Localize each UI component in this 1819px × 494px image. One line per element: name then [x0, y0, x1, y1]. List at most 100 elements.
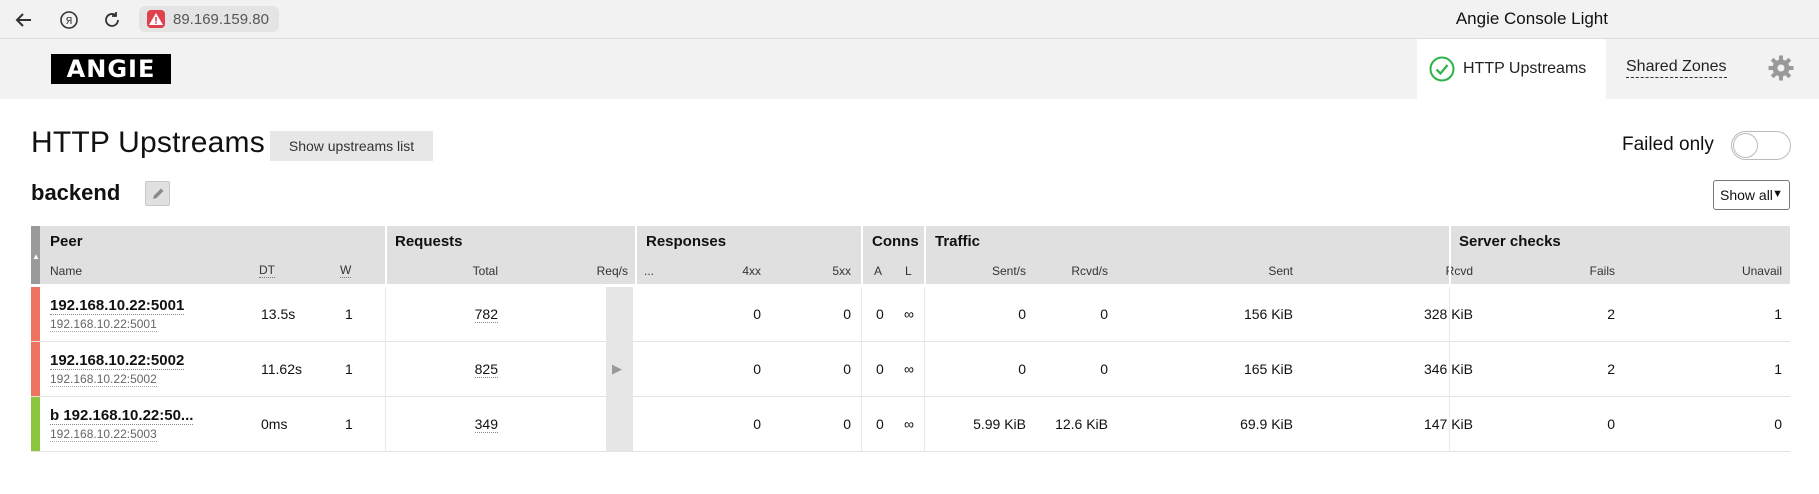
- svg-text:Я: Я: [66, 16, 73, 27]
- table-column-header: Name DT W Total Req/s ... 4xx 5xx A L Se…: [31, 257, 1790, 284]
- peer-address: 192.168.10.22:5002: [50, 372, 157, 387]
- peer-unavail: 1: [1774, 306, 1782, 322]
- tab-label: HTTP Upstreams: [1463, 60, 1587, 77]
- group-server-checks: Server checks: [1459, 233, 1561, 250]
- peer-address: 192.168.10.22:5001: [50, 317, 157, 332]
- peer-dt: 0ms: [261, 416, 288, 432]
- failed-only-toggle[interactable]: [1731, 131, 1791, 160]
- peer-total-requests[interactable]: 782: [474, 306, 498, 323]
- tab-http-upstreams[interactable]: HTTP Upstreams: [1417, 39, 1606, 99]
- back-arrow-icon[interactable]: [12, 8, 36, 32]
- group-conns: Conns: [872, 233, 919, 250]
- yandex-icon[interactable]: Я: [57, 8, 81, 32]
- page-title: HTTP Upstreams: [31, 126, 265, 159]
- group-traffic: Traffic: [935, 233, 981, 250]
- peer-4xx: 0: [753, 306, 761, 322]
- failed-only-label: Failed only: [1622, 134, 1714, 155]
- gear-icon[interactable]: [1767, 54, 1795, 82]
- peer-name[interactable]: 192.168.10.22:5001: [50, 297, 185, 315]
- peer-5xx: 0: [843, 361, 851, 377]
- upstream-name: backend: [31, 180, 121, 205]
- col-reqs[interactable]: Req/s: [576, 264, 628, 278]
- col-rcvd-rate[interactable]: Rcvd/s: [1041, 264, 1108, 278]
- edit-upstream-button[interactable]: [145, 181, 170, 206]
- expand-arrow-icon[interactable]: ▶: [612, 361, 622, 377]
- show-upstreams-list-button[interactable]: Show upstreams list: [270, 131, 433, 161]
- group-requests: Requests: [395, 233, 463, 250]
- address-bar[interactable]: 89.169.159.80: [139, 6, 279, 32]
- check-circle-icon: [1429, 56, 1455, 82]
- peer-rcvd-rate: 0: [1100, 361, 1108, 377]
- peer-dt: 13.5s: [261, 306, 296, 322]
- peer-active: 0: [876, 416, 884, 432]
- table-group-header: Peer Requests Responses Conns Traffic Se…: [31, 226, 1790, 257]
- peer-total-requests[interactable]: 349: [474, 416, 498, 433]
- peer-name[interactable]: b 192.168.10.22:50...: [50, 407, 194, 425]
- peer-address: 192.168.10.22:5003: [50, 427, 157, 442]
- col-responses-more[interactable]: ...: [644, 264, 654, 278]
- peer-status-indicator: [31, 342, 40, 396]
- col-rcvd[interactable]: Rcvd: [1391, 264, 1473, 278]
- peer-fails: 2: [1607, 306, 1615, 322]
- group-responses: Responses: [646, 233, 727, 250]
- col-5xx[interactable]: 5xx: [811, 264, 851, 278]
- peer-limit: ∞: [904, 416, 914, 432]
- app-header: ANGIE HTTP Upstreams Shared Zones: [0, 39, 1819, 99]
- separator: [861, 226, 863, 284]
- col-active[interactable]: A: [874, 264, 882, 278]
- separator: [1449, 287, 1450, 452]
- col-unavail[interactable]: Unavail: [1671, 264, 1782, 278]
- peer-weight: 1: [345, 416, 353, 432]
- col-4xx[interactable]: 4xx: [721, 264, 761, 278]
- browser-toolbar: Я 89.169.159.80 Angie Console Light: [0, 0, 1819, 39]
- url-text: 89.169.159.80: [173, 10, 269, 28]
- sort-up-icon: ▲: [32, 252, 40, 261]
- peer-unavail: 0: [1774, 416, 1782, 432]
- angie-logo[interactable]: ANGIE: [51, 54, 171, 84]
- toggle-knob: [1733, 133, 1758, 158]
- col-sent-rate[interactable]: Sent/s: [960, 264, 1026, 278]
- table-row: b 192.168.10.22:50... 192.168.10.22:5003…: [31, 397, 1790, 452]
- peer-rcvd-rate: 12.6 KiB: [1055, 416, 1108, 432]
- logo-text: ANGIE: [66, 55, 156, 83]
- peer-sent-rate: 0: [1018, 361, 1026, 377]
- col-w[interactable]: W: [340, 264, 352, 278]
- group-peer: Peer: [50, 233, 83, 250]
- col-name[interactable]: Name: [50, 264, 82, 278]
- reload-icon[interactable]: [100, 8, 124, 32]
- tab-shared-zones[interactable]: Shared Zones: [1626, 57, 1727, 78]
- filter-value: Show all: [1720, 187, 1773, 203]
- separator: [635, 226, 637, 284]
- table-row: 192.168.10.22:5001 192.168.10.22:5001 13…: [31, 287, 1790, 342]
- col-dt[interactable]: DT: [259, 264, 275, 278]
- peer-active: 0: [876, 361, 884, 377]
- peer-sent-rate: 0: [1018, 306, 1026, 322]
- col-fails[interactable]: Fails: [1511, 264, 1615, 278]
- peer-active: 0: [876, 306, 884, 322]
- peer-weight: 1: [345, 361, 353, 377]
- pencil-icon: [152, 188, 163, 199]
- peer-fails: 0: [1607, 416, 1615, 432]
- peer-total-requests[interactable]: 825: [474, 361, 498, 378]
- peer-sent-rate: 5.99 KiB: [973, 416, 1026, 432]
- col-sent[interactable]: Sent: [1211, 264, 1293, 278]
- sort-column[interactable]: ▲: [31, 226, 40, 284]
- table-row: 192.168.10.22:5002 192.168.10.22:5002 11…: [31, 342, 1790, 397]
- peer-status-indicator: [31, 287, 40, 341]
- insecure-warning-icon[interactable]: [147, 10, 165, 28]
- peer-fails: 2: [1607, 361, 1615, 377]
- peer-5xx: 0: [843, 306, 851, 322]
- peer-name[interactable]: 192.168.10.22:5002: [50, 352, 185, 370]
- peer-4xx: 0: [753, 361, 761, 377]
- peer-rcvd: 328 KiB: [1423, 306, 1473, 322]
- peer-limit: ∞: [904, 361, 914, 377]
- separator: [385, 226, 387, 284]
- col-limit[interactable]: L: [905, 264, 912, 278]
- col-total[interactable]: Total: [451, 264, 498, 278]
- chevron-down-icon: ▼: [1772, 188, 1783, 200]
- peer-rcvd-rate: 0: [1100, 306, 1108, 322]
- separator: [1449, 226, 1451, 284]
- peer-filter-select[interactable]: Show all ▼: [1713, 180, 1790, 210]
- peer-dt: 11.62s: [261, 361, 302, 377]
- peer-weight: 1: [345, 306, 353, 322]
